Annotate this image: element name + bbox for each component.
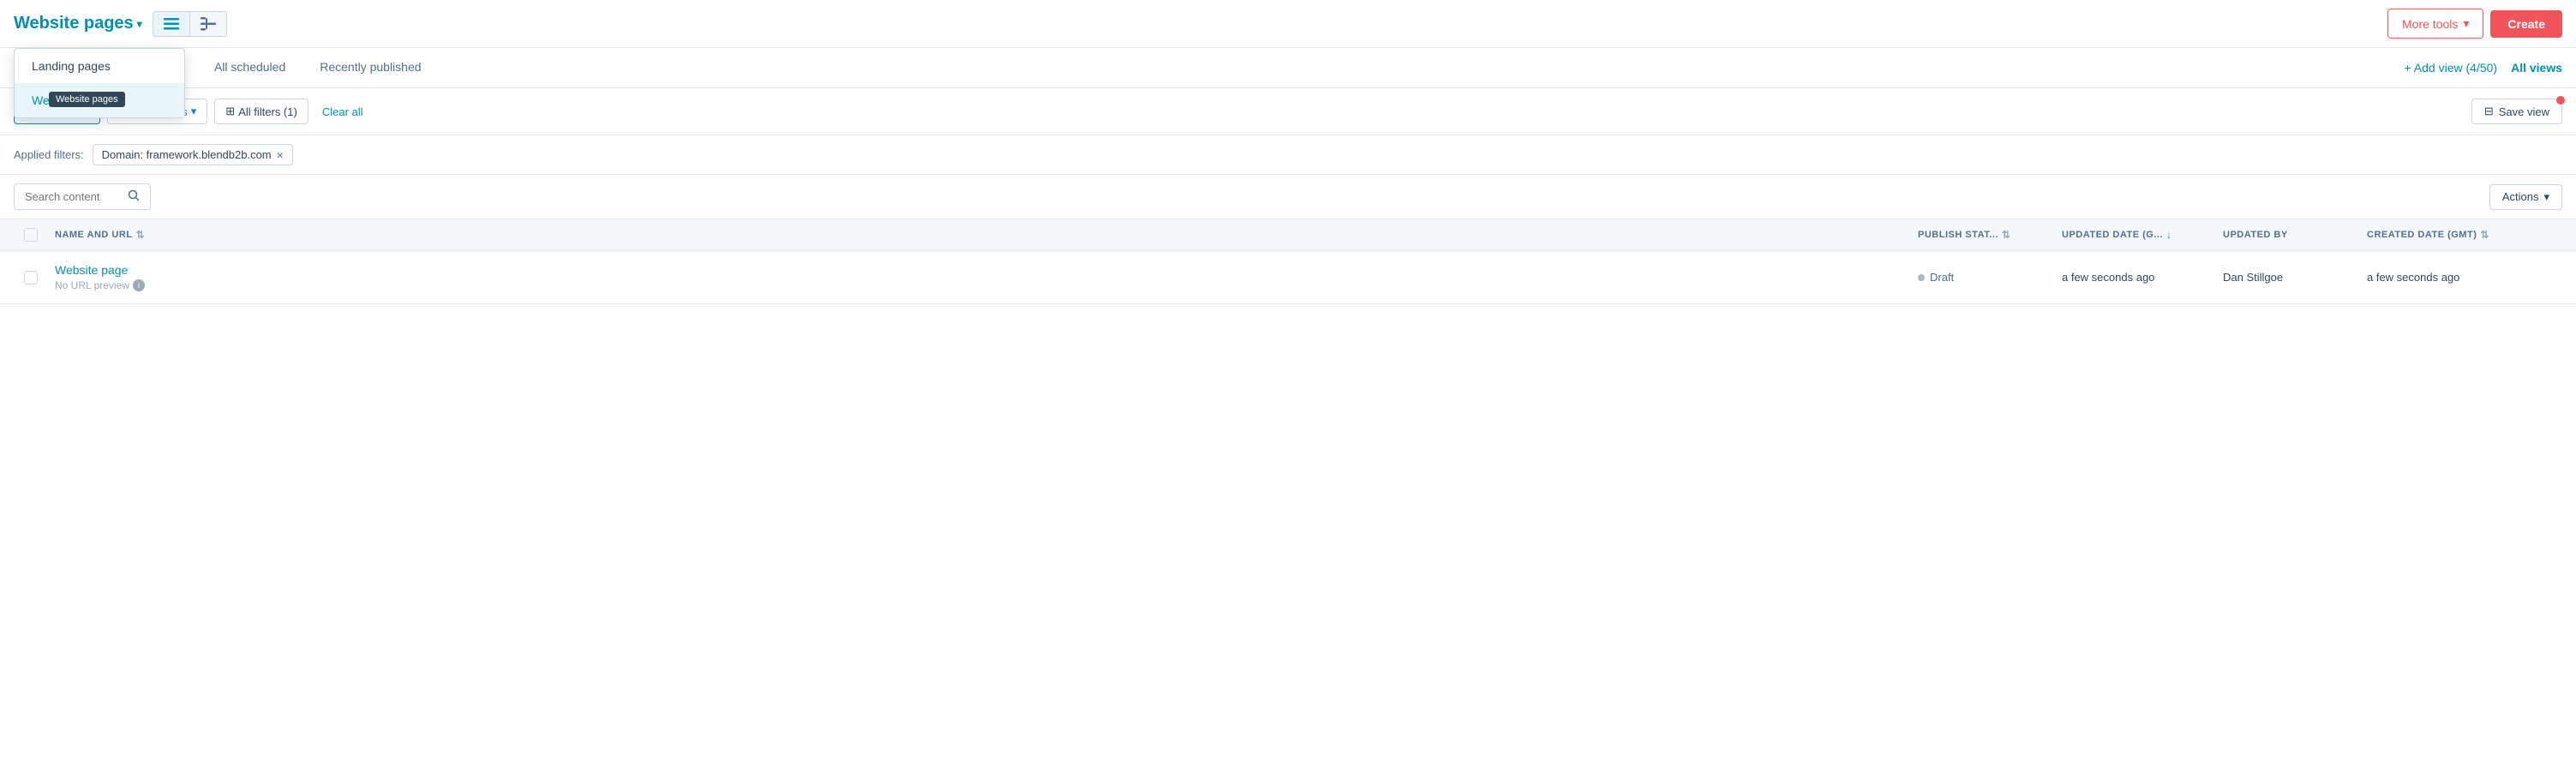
save-view-button[interactable]: ⊟ Save view [2471,99,2562,124]
search-box [14,183,151,210]
more-tools-chevron: ▾ [2463,16,2469,31]
filters-right: ⊟ Save view [2471,99,2562,124]
notification-dot [2556,96,2565,105]
publish-status-filter-chevron: ▾ [191,105,197,118]
status-dot [1918,274,1925,281]
url-info-icon[interactable]: i [133,279,145,291]
all-views-button[interactable]: All views [2511,61,2562,75]
tab-all-scheduled-label: All scheduled [214,60,285,74]
list-view-button[interactable] [153,12,190,36]
page-type-dropdown: Landing pages Website pages Website page… [14,48,185,118]
dropdown-tooltip: Website pages [49,92,125,107]
all-filters-label: All filters (1) [238,105,297,118]
view-toggle [153,11,227,37]
more-tools-label: More tools [2402,17,2458,31]
th-updated-date: UPDATED DATE (G... ↓ [2062,229,2216,241]
th-created-date-label: CREATED DATE (GMT) [2367,230,2477,240]
save-view-label: Save view [2499,105,2549,118]
content-table: NAME AND URL ⇅ PUBLISH STAT... ⇅ UPDATED… [0,219,2576,304]
row-checkbox-cell [14,271,48,285]
filters-bar: Domain (1) ▾ Publish status ▾ ⊞ All filt… [0,88,2576,135]
create-button[interactable]: Create [2490,10,2562,38]
th-updated-date-sort-icon[interactable]: ↓ [2166,229,2172,241]
actions-button[interactable]: Actions ▾ [2489,184,2562,210]
page-title-text: Website pages [14,14,134,33]
th-name-url: NAME AND URL ⇅ [55,229,1911,241]
filter-icon: ⊞ [225,105,235,118]
header-checkbox-cell [14,228,48,242]
applied-filters-bar: Applied filters: Domain: framework.blend… [0,135,2576,175]
actions-label: Actions [2502,190,2539,203]
tabs-bar: All pages ▲ All drafts All scheduled Rec… [0,48,2576,88]
filter-tag-text: Domain: framework.blendb2b.com [102,148,272,161]
tree-view-button[interactable] [190,12,226,36]
th-updated-date-label: UPDATED DATE (G... [2062,230,2163,240]
th-updated-by-label: UPDATED BY [2223,230,2288,240]
page-url-text: No URL preview [55,279,129,291]
th-created-date: CREATED DATE (GMT) ⇅ [2367,229,2521,241]
page-title[interactable]: Website pages ▾ [14,14,142,33]
page-url-preview: No URL preview i [55,279,1911,291]
clear-all-button[interactable]: Clear all [315,100,370,123]
th-updated-by: UPDATED BY [2223,230,2360,240]
search-icon [128,189,140,204]
page-title-chevron: ▾ [137,18,142,30]
dropdown-item-landing-pages[interactable]: Landing pages [15,49,184,83]
add-view-button[interactable]: + Add view (4/50) [2405,61,2498,75]
th-name-url-label: NAME AND URL [55,230,133,240]
top-bar: Website pages ▾ Landing pages Website pa… [0,0,2576,48]
th-publish-status-sort-icon[interactable]: ⇅ [2002,229,2011,241]
filter-tag-remove-button[interactable]: × [277,149,284,161]
filter-tag-domain: Domain: framework.blendb2b.com × [93,144,293,165]
row-status-cell: Draft [1918,271,2055,284]
row-created-date-cell: a few seconds ago [2367,271,2521,284]
tabs-right-actions: + Add view (4/50) All views [2405,61,2562,75]
actions-right: Actions ▾ [2489,184,2562,210]
all-filters-button[interactable]: ⊞ All filters (1) [214,99,309,124]
search-input[interactable] [25,190,121,203]
header-checkbox[interactable] [24,228,38,242]
row-name-url-cell: Website page No URL preview i [55,263,1911,291]
tab-recently-published[interactable]: Recently published [303,48,438,87]
th-created-date-sort-icon[interactable]: ⇅ [2480,229,2489,241]
row-checkbox[interactable] [24,271,38,285]
table-row: Website page No URL preview i Draft a fe… [0,251,2576,304]
row-updated-by-cell: Dan Stillgoe [2223,271,2360,284]
applied-filters-label: Applied filters: [14,148,84,161]
more-tools-button[interactable]: More tools ▾ [2387,9,2483,39]
search-actions-bar: Actions ▾ [0,175,2576,219]
th-publish-status: PUBLISH STAT... ⇅ [1918,229,2055,241]
th-publish-status-label: PUBLISH STAT... [1918,230,1998,240]
tab-all-scheduled[interactable]: All scheduled [197,48,303,87]
status-text: Draft [1930,271,1954,284]
page-name-link[interactable]: Website page [55,263,128,277]
tab-recently-published-label: Recently published [320,60,421,74]
top-bar-actions: More tools ▾ Create [2387,9,2562,39]
th-name-url-sort-icon[interactable]: ⇅ [136,229,146,241]
table-header: NAME AND URL ⇅ PUBLISH STAT... ⇅ UPDATED… [0,219,2576,251]
actions-chevron: ▾ [2543,190,2549,204]
save-view-icon: ⊟ [2484,105,2494,118]
row-updated-date-cell: a few seconds ago [2062,271,2216,284]
